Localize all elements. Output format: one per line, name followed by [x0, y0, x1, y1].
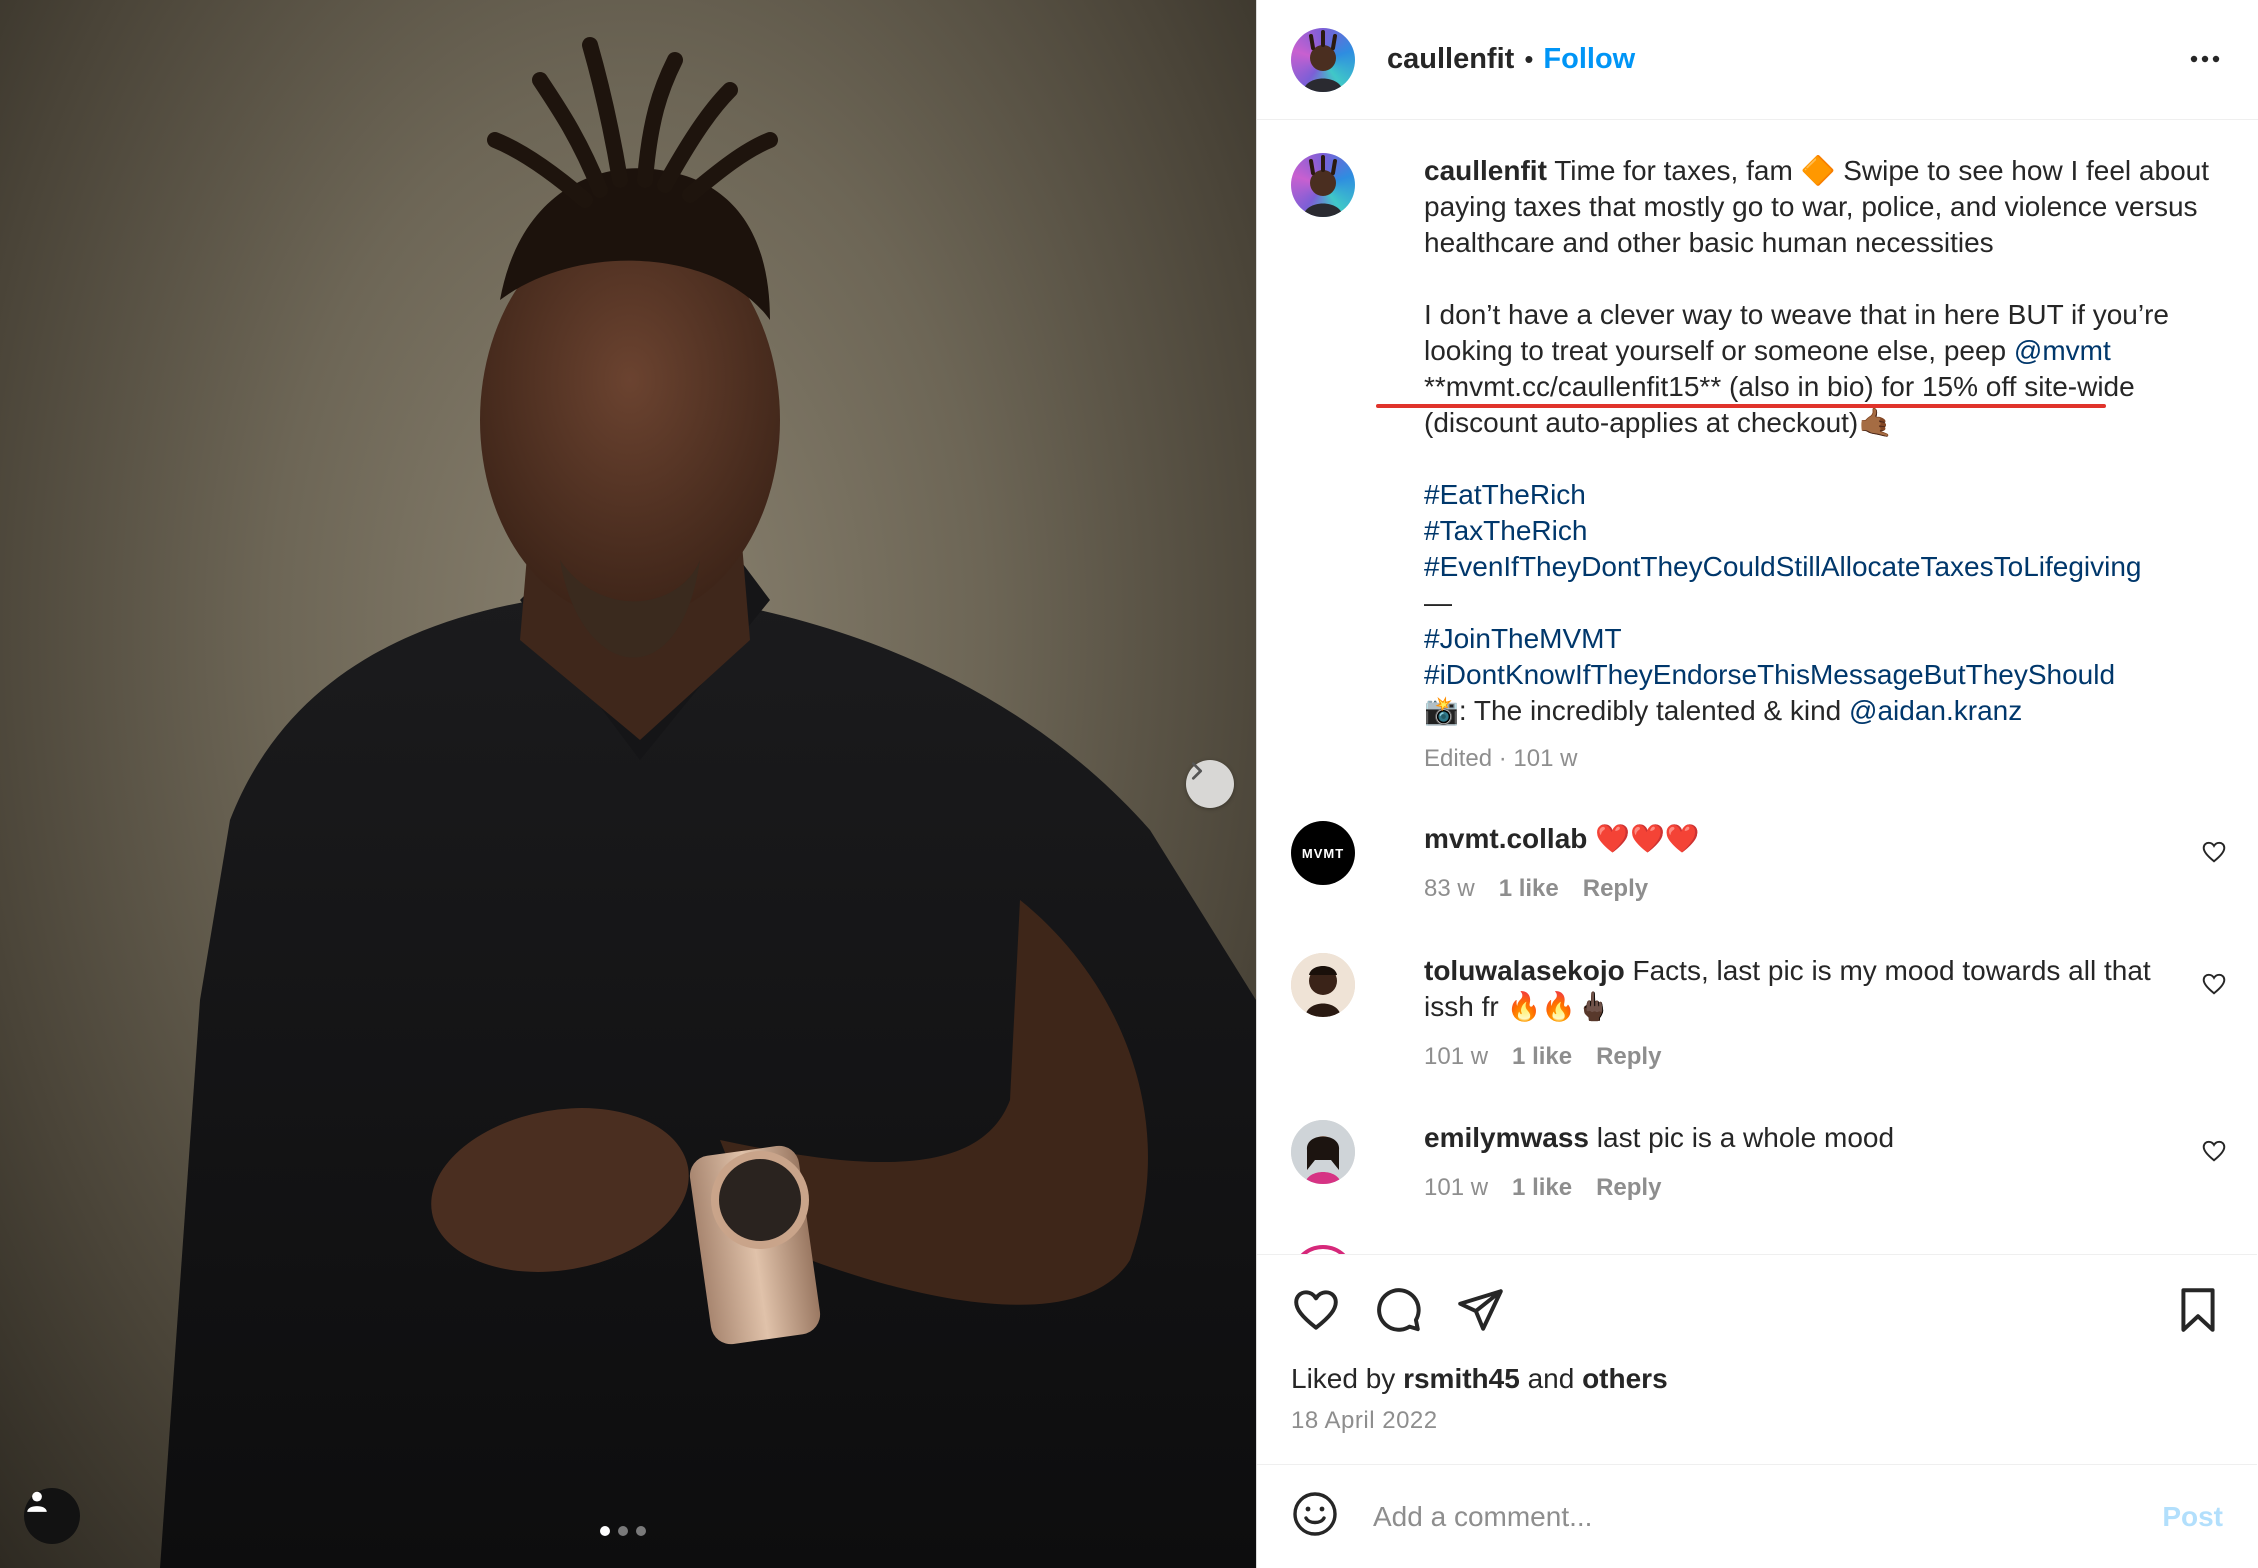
comment-text: ❤️❤️❤️ — [1595, 823, 1700, 854]
discount-link-line: **mvmt.cc/caullenfit15** (also in bio) f… — [1424, 371, 2135, 402]
profile-photo — [1291, 1120, 1355, 1184]
comment-button[interactable] — [1373, 1285, 1423, 1340]
comments-list[interactable]: caullenfit Time for taxes, fam 🔶 Swipe t… — [1257, 121, 2257, 1254]
send-icon — [1458, 1289, 1503, 1331]
carousel-dot — [636, 1526, 646, 1536]
reply-button[interactable]: Reply — [1596, 1039, 1661, 1075]
liked-by-label: Liked by — [1291, 1363, 1404, 1394]
save-button[interactable] — [2173, 1285, 2223, 1340]
heart-icon — [2202, 841, 2226, 863]
profile-photo — [1303, 29, 1343, 92]
comment-username[interactable]: toluwalasekojo — [1424, 955, 1625, 986]
caption-line: (discount auto-applies at checkout)🤙🏾 — [1424, 407, 1894, 438]
liked-by-connector: and — [1519, 1363, 1583, 1394]
mention-link[interactable]: @aidan.kranz — [1849, 695, 2022, 726]
annotation-underline — [1376, 404, 2106, 408]
comment-time[interactable]: 101 w — [1424, 1039, 1488, 1075]
chevron-right-icon — [1191, 762, 1203, 780]
heart-icon — [2202, 973, 2226, 995]
carousel-next-button[interactable] — [1186, 760, 1234, 808]
post-header: caullenfit • Follow — [1257, 0, 2258, 120]
post-author-username[interactable]: caullenfit — [1387, 43, 1514, 76]
mention-link[interactable]: @mvmt — [2014, 335, 2111, 366]
profile-photo — [1291, 953, 1355, 1017]
comment-likes[interactable]: 1 like — [1512, 1039, 1572, 1075]
hashtag-link[interactable]: #EatTheRich — [1424, 477, 2224, 513]
bookmark-icon — [2181, 1288, 2215, 1332]
emoji-icon — [1293, 1492, 1337, 1536]
caption-line: paying taxes that mostly go to war, poli… — [1424, 191, 2198, 222]
like-button[interactable] — [1291, 1285, 1341, 1340]
like-comment-button[interactable] — [2201, 839, 2227, 870]
carousel-dot — [618, 1526, 628, 1536]
separator-dot: • — [1524, 44, 1534, 74]
emoji-button[interactable] — [1291, 1490, 1339, 1543]
post-actions: Liked by rsmith45 and others 18 April 20… — [1257, 1254, 2257, 1464]
heart-icon — [2202, 1140, 2226, 1162]
more-options-button[interactable] — [2188, 42, 2222, 81]
comment-text: Facts, last pic is my mood towards all t… — [1632, 955, 2151, 986]
post-comment-button[interactable]: Post — [2162, 1501, 2223, 1533]
comment-username[interactable]: mvmt.collab — [1424, 823, 1587, 854]
hashtag-link[interactable]: #EvenIfTheyDontTheyCouldStillAllocateTax… — [1424, 549, 2224, 585]
avatar[interactable] — [1291, 1245, 1355, 1254]
comment-username[interactable]: emilymwass — [1424, 1122, 1589, 1153]
comment-likes[interactable]: 1 like — [1512, 1170, 1572, 1206]
reply-button[interactable]: Reply — [1583, 871, 1648, 907]
mvmt-logo: MVMT — [1301, 845, 1345, 861]
caption-text: caullenfit Time for taxes, fam 🔶 Swipe t… — [1424, 153, 2224, 777]
avatar[interactable] — [1291, 153, 1355, 217]
caption-line: healthcare and other basic human necessi… — [1424, 227, 1994, 258]
add-comment-bar: Post — [1257, 1464, 2257, 1568]
comment-text: last pic is a whole mood — [1596, 1122, 1895, 1153]
share-button[interactable] — [1455, 1285, 1505, 1340]
more-horizontal-icon — [2190, 55, 2220, 63]
comment-input[interactable] — [1373, 1500, 2163, 1533]
profile-photo — [1303, 155, 1343, 217]
comment-time[interactable]: 101 w — [1424, 1170, 1488, 1206]
caption-line: looking to treat yourself or someone els… — [1424, 335, 2014, 366]
tagged-users-button[interactable] — [24, 1488, 80, 1544]
carousel-indicator — [600, 1526, 646, 1536]
follow-button[interactable]: Follow — [1543, 43, 1635, 76]
liked-by-user[interactable]: rsmith45 — [1403, 1363, 1520, 1394]
hashtag-link[interactable]: #iDontKnowIfTheyEndorseThisMessageButThe… — [1424, 657, 2224, 693]
post-side-panel: caullenfit • Follow caullenfit Time for … — [1256, 0, 2258, 1568]
carousel-dot — [600, 1526, 610, 1536]
heart-icon — [1294, 1290, 1338, 1330]
avatar[interactable]: MVMT — [1291, 821, 1355, 885]
user-icon — [27, 1491, 47, 1512]
reply-button[interactable]: Reply — [1596, 1170, 1661, 1206]
avatar[interactable] — [1291, 1120, 1355, 1184]
caption-line: Time for taxes, fam 🔶 Swipe to see how I… — [1554, 155, 2209, 186]
portrait-illustration — [160, 37, 1256, 1568]
comment-text: issh fr 🔥🔥🖕🏿 — [1424, 991, 1612, 1022]
comment-time[interactable]: 83 w — [1424, 871, 1475, 907]
post-date[interactable]: 18 April 2022 — [1291, 1407, 1438, 1435]
caption-line: I don’t have a clever way to weave that … — [1424, 299, 2169, 330]
photo-credit: 📸: The incredibly talented & kind — [1424, 695, 1850, 726]
liked-by-others[interactable]: others — [1582, 1363, 1668, 1394]
comment-icon — [1377, 1288, 1421, 1332]
avatar[interactable] — [1291, 953, 1355, 1017]
hashtag-link[interactable]: #JoinTheMVMT — [1424, 621, 2224, 657]
like-comment-button[interactable] — [2201, 1138, 2227, 1169]
avatar[interactable] — [1291, 27, 1355, 92]
caption-username[interactable]: caullenfit — [1424, 155, 1547, 186]
comment-likes[interactable]: 1 like — [1499, 871, 1559, 907]
caption-divider: — — [1424, 587, 1452, 618]
caption-meta: Edited · 101 w — [1424, 745, 1578, 772]
post-photo[interactable] — [0, 0, 1256, 1568]
likes-summary: Liked by rsmith45 and others — [1291, 1363, 1668, 1395]
hashtag-link[interactable]: #TaxTheRich — [1424, 513, 2224, 549]
like-comment-button[interactable] — [2201, 971, 2227, 1002]
